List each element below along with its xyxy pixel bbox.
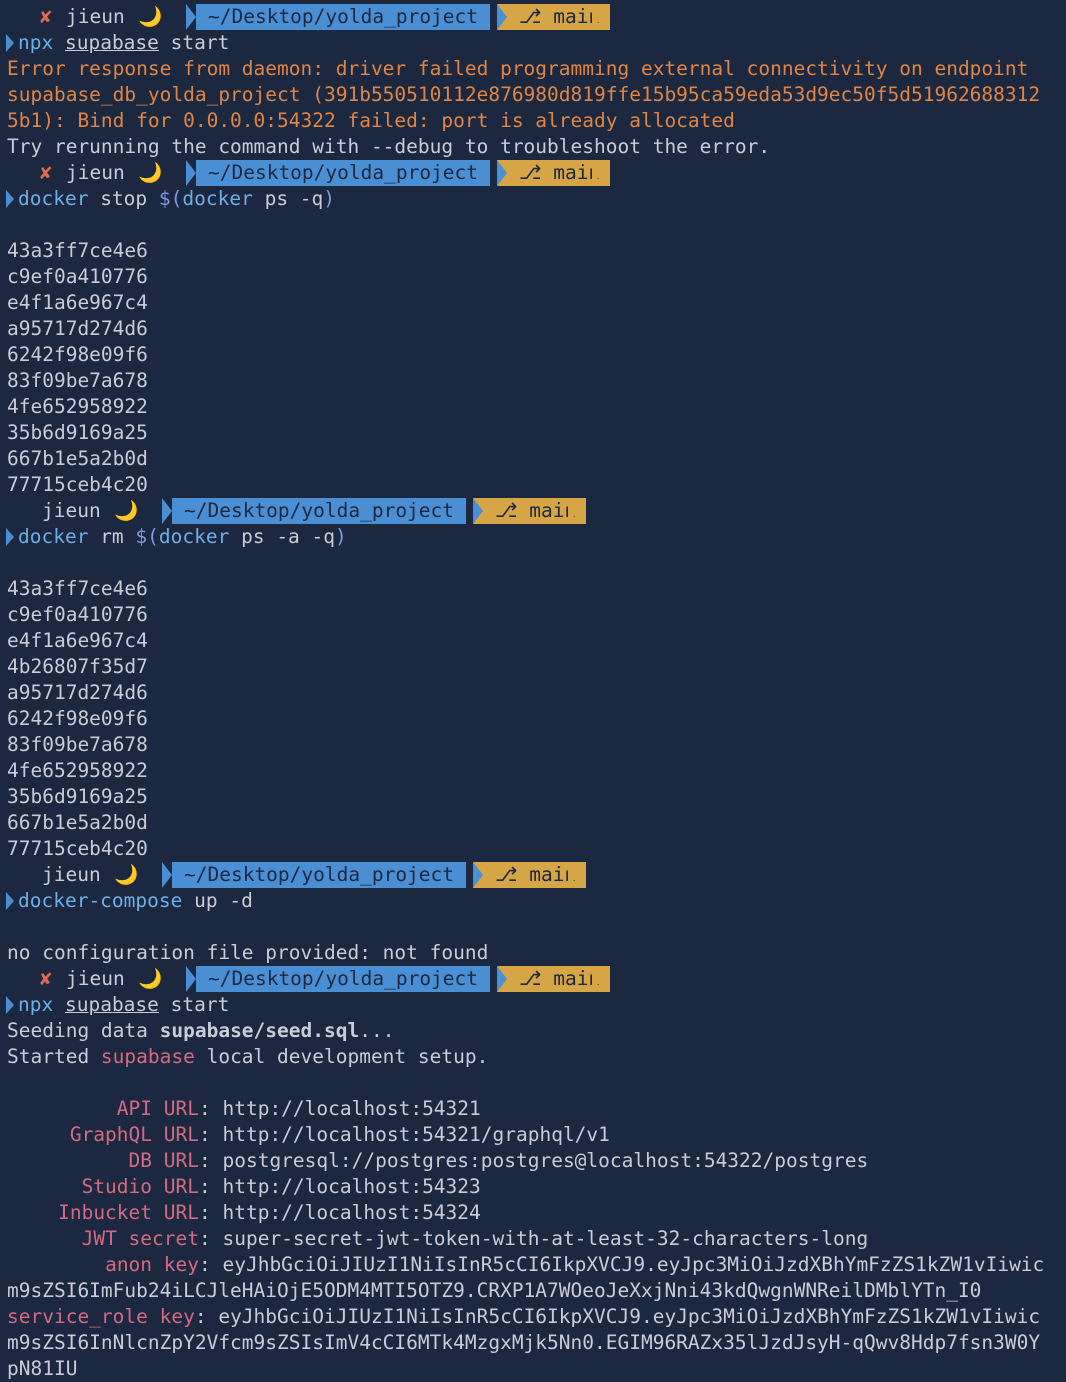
graphql-url-row: GraphQL URL: http://localhost:54321/grap… bbox=[69, 1123, 610, 1146]
arrow-icon bbox=[473, 498, 483, 524]
output-line: 35b6d9169a25 bbox=[7, 421, 148, 444]
output-line: 4fe652958922 bbox=[7, 759, 148, 782]
jwt-secret-row: JWT secret: super-secret-jwt-token-with-… bbox=[81, 1227, 869, 1250]
output-line: 83f09be7a678 bbox=[7, 733, 148, 756]
output-line: 43a3ff7ce4e6 bbox=[7, 577, 148, 600]
prompt-path: ~/Desktop/yolda_project bbox=[196, 160, 491, 186]
output-line: Seeding data supabase/seed.sql... bbox=[7, 1019, 395, 1042]
api-url-row: API URL: http://localhost:54321 bbox=[116, 1097, 481, 1120]
output-line: e4f1a6e967c4 bbox=[7, 629, 148, 652]
output-line: c9ef0a410776 bbox=[7, 265, 148, 288]
prompt-path: ~/Desktop/yolda_project bbox=[196, 4, 491, 30]
fail-mark-icon: ✘ bbox=[40, 967, 52, 990]
branch-icon: ⎇ bbox=[495, 863, 518, 886]
output-line: 77715ceb4c20 bbox=[7, 473, 148, 496]
arrow-icon bbox=[162, 498, 172, 524]
prompt-user: jieun bbox=[42, 499, 101, 522]
output-line: Try rerunning the command with --debug t… bbox=[7, 135, 771, 158]
arrow-icon bbox=[162, 862, 172, 888]
output-line: 4b26807f35d7 bbox=[7, 655, 148, 678]
caret-icon bbox=[6, 528, 14, 546]
prompt-user: jieun bbox=[66, 967, 125, 990]
output-line: 6242f98e09f6 bbox=[7, 707, 148, 730]
moon-icon: 🌙 bbox=[114, 863, 139, 886]
branch-icon: ⎇ bbox=[495, 499, 518, 522]
moon-icon: 🌙 bbox=[138, 967, 163, 990]
anon-key-continued: m9sZSI6ImFub24iLCJleHAiOjE5ODM4MTI5OTZ9.… bbox=[7, 1279, 982, 1302]
service-role-key-row: service_role key: eyJhbGciOiJIUzI1NiIsIn… bbox=[7, 1305, 1041, 1328]
prompt-user: jieun bbox=[66, 161, 125, 184]
prompt-path: ~/Desktop/yolda_project bbox=[172, 862, 467, 888]
caret-icon bbox=[6, 892, 14, 910]
moon-icon: 🌙 bbox=[138, 161, 163, 184]
output-line: 35b6d9169a25 bbox=[7, 785, 148, 808]
arrow-icon bbox=[568, 498, 578, 524]
error-line: Error response from daemon: driver faile… bbox=[7, 57, 1029, 80]
inbucket-url-row: Inbucket URL: http://localhost:54324 bbox=[58, 1201, 481, 1224]
anon-key-row: anon key: eyJhbGciOiJIUzI1NiIsInR5cCI6Ik… bbox=[105, 1253, 1045, 1276]
output-line: a95717d274d6 bbox=[7, 681, 148, 704]
fail-mark-icon: ✘ bbox=[40, 161, 52, 184]
output-line: 43a3ff7ce4e6 bbox=[7, 239, 148, 262]
db-url-row: DB URL: postgresql://postgres:postgres@l… bbox=[128, 1149, 869, 1172]
output-line: 83f09be7a678 bbox=[7, 369, 148, 392]
output-line: 667b1e5a2b0d bbox=[7, 811, 148, 834]
command-line: npx supabase start bbox=[6, 30, 229, 56]
prompt-user: jieun bbox=[42, 863, 101, 886]
arrow-icon bbox=[186, 966, 196, 992]
arrow-icon bbox=[497, 160, 507, 186]
output-line: c9ef0a410776 bbox=[7, 603, 148, 626]
caret-icon bbox=[6, 996, 14, 1014]
output-line: 667b1e5a2b0d bbox=[7, 447, 148, 470]
arrow-icon bbox=[497, 966, 507, 992]
arrow-icon bbox=[186, 4, 196, 30]
output-line: Started supabase local development setup… bbox=[7, 1045, 489, 1068]
branch-icon: ⎇ bbox=[519, 967, 542, 990]
arrow-icon bbox=[568, 862, 578, 888]
prompt-path: ~/Desktop/yolda_project bbox=[196, 966, 491, 992]
branch-icon: ⎇ bbox=[519, 161, 542, 184]
branch-icon: ⎇ bbox=[519, 5, 542, 28]
command-line: docker rm $(docker ps -a -q) bbox=[6, 524, 347, 550]
prompt-path: ~/Desktop/yolda_project bbox=[172, 498, 467, 524]
command-line: npx supabase start bbox=[6, 992, 229, 1018]
command-line: docker stop $(docker ps -q) bbox=[6, 186, 335, 212]
moon-icon: 🌙 bbox=[138, 5, 163, 28]
error-line: supabase_db_yolda_project (391b550510112… bbox=[7, 83, 1041, 106]
output-line: no configuration file provided: not foun… bbox=[7, 941, 489, 964]
service-role-key-continued: m9sZSI6InNlcnZpY2Vfcm9sZSIsImV4cCI6MTk4M… bbox=[7, 1331, 1041, 1354]
output-line: 6242f98e09f6 bbox=[7, 343, 148, 366]
fail-mark-icon: ✘ bbox=[40, 5, 52, 28]
output-line: e4f1a6e967c4 bbox=[7, 291, 148, 314]
arrow-icon bbox=[592, 4, 602, 30]
moon-icon: 🌙 bbox=[114, 499, 139, 522]
arrow-icon bbox=[497, 4, 507, 30]
caret-icon bbox=[6, 34, 14, 52]
studio-url-row: Studio URL: http://localhost:54323 bbox=[81, 1175, 481, 1198]
output-line: 77715ceb4c20 bbox=[7, 837, 148, 860]
caret-icon bbox=[6, 190, 14, 208]
prompt-user: jieun bbox=[66, 5, 125, 28]
output-line: a95717d274d6 bbox=[7, 317, 148, 340]
terminal-window[interactable]: ✘ jieun 🌙 ~/Desktop/yolda_project ⎇ main… bbox=[0, 0, 1066, 1382]
arrow-icon bbox=[592, 966, 602, 992]
output-line: 4fe652958922 bbox=[7, 395, 148, 418]
command-line: docker-compose up -d bbox=[6, 888, 253, 914]
arrow-icon bbox=[473, 862, 483, 888]
arrow-icon bbox=[186, 160, 196, 186]
error-line: 5b1): Bind for 0.0.0.0:54322 failed: por… bbox=[7, 109, 735, 132]
service-role-key-continued: pN81IU bbox=[7, 1357, 78, 1380]
arrow-icon bbox=[592, 160, 602, 186]
